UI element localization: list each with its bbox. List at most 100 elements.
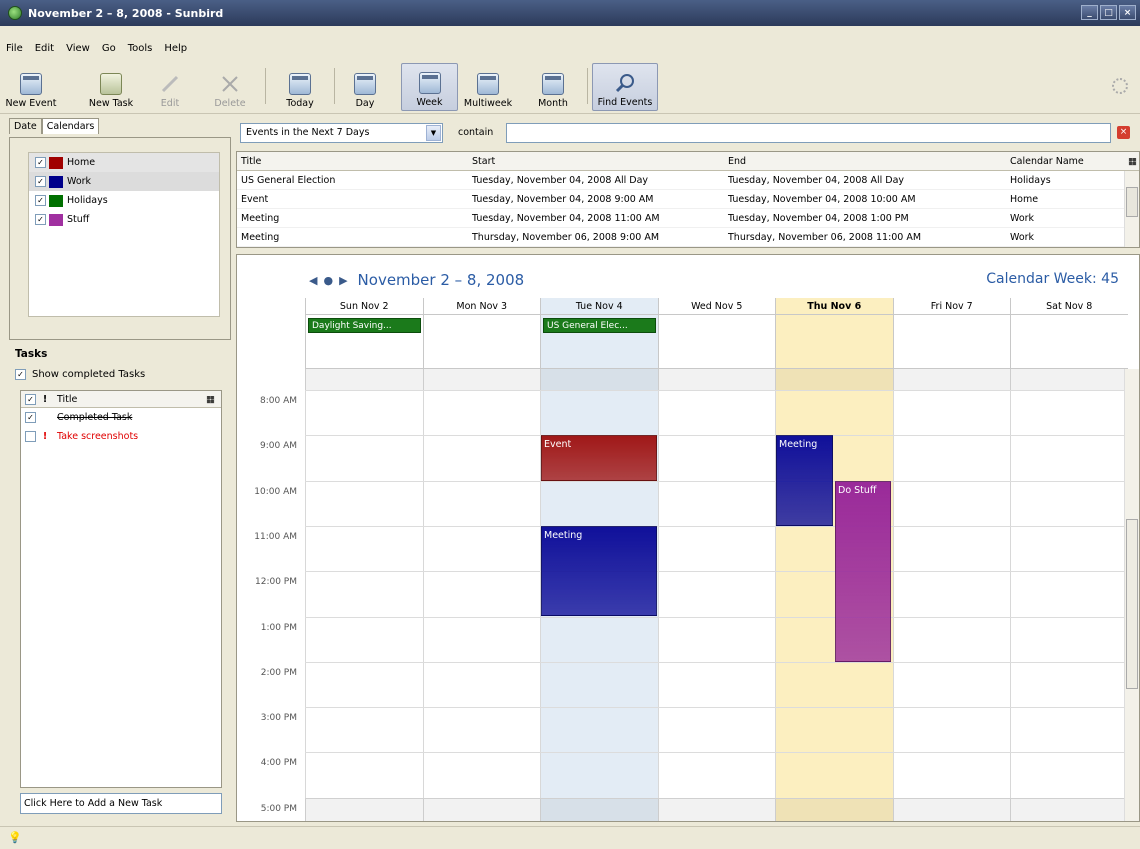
menu-edit[interactable]: Edit <box>35 43 54 54</box>
calendar-item-stuff[interactable]: ✓ Stuff <box>29 210 219 229</box>
title-column-header[interactable]: Title <box>57 394 206 405</box>
maximize-button[interactable]: □ <box>1100 5 1117 20</box>
task-row[interactable]: ! Take screenshots <box>21 427 221 446</box>
all-day-event[interactable]: Daylight Saving... <box>308 318 421 333</box>
chevron-down-icon[interactable]: ▼ <box>426 125 441 141</box>
task-completed-checkbox[interactable] <box>25 431 36 442</box>
all-day-cell[interactable]: Daylight Saving... <box>305 315 423 369</box>
tasks-heading: Tasks <box>15 348 48 360</box>
calendar-checkbox[interactable]: ✓ <box>35 157 46 168</box>
close-button[interactable]: × <box>1119 5 1136 20</box>
event-filter-select[interactable]: Events in the Next 7 Days ▼ <box>240 123 443 143</box>
add-task-field[interactable]: Click Here to Add a New Task <box>20 793 222 814</box>
task-row[interactable]: ✓ Completed Task <box>21 408 221 427</box>
find-events-button[interactable]: Find Events <box>592 63 658 111</box>
all-day-event[interactable]: US General Elec... <box>543 318 656 333</box>
completed-column-header[interactable]: ✓ <box>25 393 36 405</box>
next-week-icon[interactable]: ▶ <box>339 274 347 287</box>
event-list-row[interactable]: Event Tuesday, November 04, 2008 9:00 AM… <box>237 190 1139 209</box>
tab-calendars[interactable]: Calendars <box>41 118 100 134</box>
column-header-end[interactable]: End <box>724 152 1006 170</box>
task-completed-checkbox[interactable]: ✓ <box>25 412 36 423</box>
column-picker-icon[interactable]: ▦ <box>1124 152 1137 170</box>
show-completed-toggle[interactable]: ✓ Show completed Tasks <box>15 369 145 380</box>
calendar-event[interactable]: Meeting <box>541 525 657 617</box>
day-header[interactable]: Wed Nov 5 <box>657 298 775 315</box>
status-bar: 💡 <box>0 826 1140 849</box>
event-list-row[interactable]: Meeting Tuesday, November 04, 2008 11:00… <box>237 209 1139 228</box>
today-icon <box>289 73 311 95</box>
search-input[interactable] <box>506 123 1111 143</box>
scrollbar-thumb[interactable] <box>1126 187 1138 217</box>
multiweek-view-button[interactable]: Multiweek <box>460 63 516 111</box>
lightbulb-icon: 💡 <box>8 831 22 844</box>
calendar-event[interactable]: Meeting <box>776 435 833 526</box>
all-day-cell[interactable] <box>422 315 540 369</box>
calendar-event[interactable]: Do Stuff <box>835 480 891 662</box>
show-completed-checkbox[interactable]: ✓ <box>15 369 26 380</box>
all-day-cell[interactable] <box>657 315 775 369</box>
scrollbar-thumb[interactable] <box>1126 519 1138 689</box>
throbber-icon <box>1112 78 1128 94</box>
calendar-color-swatch <box>49 213 63 226</box>
day-view-button[interactable]: Day <box>343 63 387 111</box>
calendar-item-holidays[interactable]: ✓ Holidays <box>29 191 219 210</box>
day-header[interactable]: Sat Nov 8 <box>1010 298 1128 315</box>
calendar-checkbox[interactable]: ✓ <box>35 195 46 206</box>
column-picker-icon[interactable]: ▦ <box>206 394 215 405</box>
day-header[interactable]: Thu Nov 6 <box>775 298 893 315</box>
month-icon <box>542 73 564 95</box>
calendars-panel: ✓ Home ✓ Work ✓ Holidays ✓ Stuff <box>9 137 231 340</box>
menu-bar: File Edit View Go Tools Help <box>0 38 187 58</box>
week-view-button[interactable]: Week <box>401 63 458 111</box>
event-list-row[interactable]: US General Election Tuesday, November 04… <box>237 171 1139 190</box>
hour-line <box>305 435 1125 437</box>
delete-button[interactable]: Delete <box>208 63 252 111</box>
today-button[interactable]: Today <box>275 63 325 111</box>
all-day-cell[interactable]: US General Elec... <box>540 315 658 369</box>
new-task-button[interactable]: New Task <box>82 63 140 111</box>
app-window: November 2 – 8, 2008 - Sunbird _ □ × Fil… <box>0 0 1140 849</box>
day-header[interactable]: Tue Nov 4 <box>540 298 658 315</box>
month-view-button[interactable]: Month <box>526 63 580 111</box>
calendar-event[interactable]: Event <box>541 435 657 481</box>
edit-button[interactable]: Edit <box>150 63 190 111</box>
off-hours-band <box>305 797 1125 821</box>
time-grid[interactable]: 8:00 AM 9:00 AM 10:00 AM 11:00 AM 12:00 PM 1:… <box>237 369 1125 821</box>
calendar-color-swatch <box>49 175 63 188</box>
menu-help[interactable]: Help <box>164 43 187 54</box>
all-day-cell[interactable] <box>1010 315 1128 369</box>
column-header-title[interactable]: Title <box>237 152 468 170</box>
today-dot-icon[interactable]: ● <box>323 274 333 287</box>
clear-search-icon[interactable]: × <box>1117 126 1130 139</box>
calendar-checkbox[interactable]: ✓ <box>35 214 46 225</box>
day-header[interactable]: Sun Nov 2 <box>305 298 423 315</box>
column-header-calendar[interactable]: Calendar Name <box>1006 152 1124 170</box>
menu-view[interactable]: View <box>66 43 90 54</box>
week-view: ◀ ● ▶ November 2 – 8, 2008 Calendar Week… <box>236 254 1140 822</box>
all-day-cell[interactable] <box>892 315 1010 369</box>
minimize-button[interactable]: _ <box>1081 5 1098 20</box>
tab-date[interactable]: Date <box>9 118 42 134</box>
new-event-icon <box>20 73 42 95</box>
column-header-start[interactable]: Start <box>468 152 724 170</box>
event-list-scrollbar[interactable] <box>1124 171 1139 247</box>
calendar-item-work[interactable]: ✓ Work <box>29 172 219 191</box>
event-list-row[interactable]: Meeting Thursday, November 06, 2008 9:00… <box>237 228 1139 247</box>
menu-file[interactable]: File <box>6 43 23 54</box>
menu-tools[interactable]: Tools <box>128 43 153 54</box>
menu-go[interactable]: Go <box>102 43 116 54</box>
week-view-scrollbar[interactable] <box>1124 369 1139 821</box>
all-day-cell[interactable] <box>775 315 893 369</box>
calendar-item-home[interactable]: ✓ Home <box>29 153 219 172</box>
hour-line <box>305 525 1125 527</box>
new-event-button[interactable]: New Event <box>2 63 60 111</box>
calendar-checkbox[interactable]: ✓ <box>35 176 46 187</box>
task-list: ✓ ! Title ▦ ✓ Completed Task ! Take scre… <box>20 390 222 788</box>
day-header[interactable]: Fri Nov 7 <box>892 298 1010 315</box>
time-label: 1:00 PM <box>260 622 297 633</box>
day-header[interactable]: Mon Nov 3 <box>422 298 540 315</box>
hour-line <box>305 752 1125 754</box>
previous-week-icon[interactable]: ◀ <box>309 274 317 287</box>
priority-column-header[interactable]: ! <box>39 394 51 405</box>
